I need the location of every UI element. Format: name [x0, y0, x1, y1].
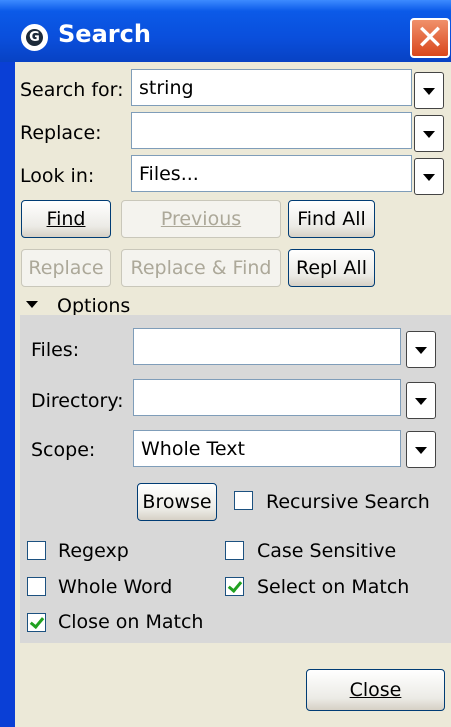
look-in-dropdown-icon[interactable] — [414, 158, 444, 195]
replace-field[interactable] — [131, 112, 412, 149]
dialog-body: Search for: string Replace: Look in: Fil… — [15, 62, 451, 727]
previous-button[interactable]: Previous — [121, 200, 281, 238]
replace-button[interactable]: Replace — [21, 249, 111, 287]
replace-dropdown-icon[interactable] — [414, 115, 444, 152]
search-for-value: string — [139, 77, 194, 99]
previous-button-label: Previous — [160, 208, 242, 230]
case-sensitive-label: Case Sensitive — [257, 540, 397, 562]
whole-word-label: Whole Word — [58, 576, 173, 598]
options-header-label: Options — [57, 295, 131, 317]
browse-button[interactable]: Browse — [137, 483, 217, 521]
select-on-match-checkbox[interactable] — [225, 577, 244, 596]
replace-and-find-button[interactable]: Replace & Find — [121, 249, 281, 287]
look-in-label: Look in: — [20, 165, 95, 187]
scope-label: Scope: — [31, 439, 96, 461]
look-in-value: Files... — [139, 163, 199, 185]
select-on-match-label: Select on Match — [257, 576, 410, 598]
files-label: Files: — [31, 339, 80, 361]
collapse-triangle-icon[interactable] — [26, 301, 38, 308]
find-all-button[interactable]: Find All — [288, 200, 375, 238]
whole-word-checkbox[interactable] — [27, 577, 46, 596]
find-button[interactable]: Find — [21, 200, 111, 238]
close-on-match-checkbox[interactable] — [27, 613, 46, 632]
search-for-field[interactable]: string — [131, 69, 412, 106]
directory-dropdown-icon[interactable] — [406, 382, 436, 419]
app-logo-icon: G — [21, 24, 48, 51]
search-dialog: G Search ✕ Search for: string Replace: L… — [0, 0, 451, 727]
look-in-field[interactable]: Files... — [131, 155, 412, 192]
search-for-dropdown-icon[interactable] — [414, 72, 444, 109]
directory-field[interactable] — [133, 379, 401, 416]
scope-dropdown-icon[interactable] — [406, 431, 436, 468]
files-field[interactable] — [133, 328, 401, 365]
files-dropdown-icon[interactable] — [406, 331, 436, 368]
window-title: Search — [58, 20, 151, 48]
scope-value: Whole Text — [141, 438, 245, 460]
close-button[interactable]: Close — [306, 669, 445, 711]
regexp-checkbox[interactable] — [27, 541, 46, 560]
case-sensitive-checkbox[interactable] — [225, 541, 244, 560]
directory-label: Directory: — [31, 390, 124, 412]
recursive-search-label: Recursive Search — [266, 491, 430, 513]
replace-all-button[interactable]: Repl All — [288, 249, 375, 287]
window-close-icon[interactable]: ✕ — [410, 18, 450, 58]
close-button-label: Close — [349, 679, 402, 701]
scope-select[interactable]: Whole Text — [133, 430, 401, 467]
search-for-label: Search for: — [20, 79, 124, 101]
close-on-match-label: Close on Match — [58, 611, 204, 633]
replace-label: Replace: — [20, 122, 102, 144]
title-bar[interactable]: G Search ✕ — [0, 0, 451, 62]
recursive-search-checkbox[interactable] — [234, 491, 253, 510]
regexp-label: Regexp — [58, 540, 129, 562]
find-button-label: Find — [46, 208, 86, 230]
